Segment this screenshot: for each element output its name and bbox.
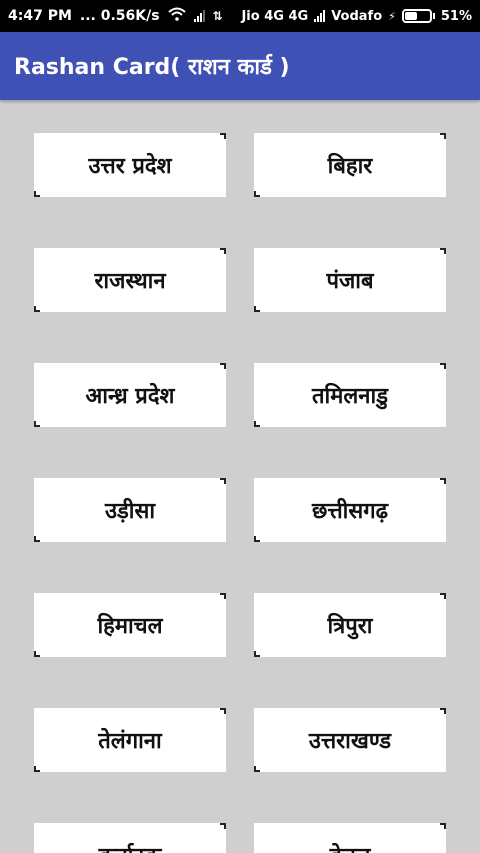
status-time: 4:47 PM — [8, 8, 72, 24]
signal-icon — [193, 10, 205, 22]
state-label: तेलंगाना — [98, 729, 162, 754]
status-bar: 4:47 PM ... 0.56K/s ⇅ Jio 4G 4G Vodafo ⚡… — [0, 0, 480, 32]
state-label: केरल — [330, 840, 371, 853]
state-button[interactable]: कर्नाटक — [34, 823, 226, 853]
data-transfer-icon: ⇅ — [212, 9, 223, 23]
wifi-icon — [167, 7, 186, 25]
state-button[interactable]: उत्तराखण्ड — [254, 708, 446, 772]
state-button[interactable]: पंजाब — [254, 248, 446, 312]
state-button[interactable]: हिमाचल — [34, 593, 226, 657]
state-grid: उत्तर प्रदेश बिहार राजस्थान पंजाब आन्ध्र… — [0, 100, 480, 853]
battery-icon — [401, 9, 435, 23]
state-button[interactable]: उत्तर प्रदेश — [34, 133, 226, 197]
state-button[interactable]: केरल — [254, 823, 446, 853]
state-label: बिहार — [327, 154, 373, 179]
state-label: त्रिपुरा — [327, 614, 373, 639]
app-title: Rashan Card( राशन कार्ड ) — [14, 55, 290, 80]
network-speed: ... 0.56K/s — [79, 8, 160, 24]
state-button[interactable]: त्रिपुरा — [254, 593, 446, 657]
state-button[interactable]: तमिलनाडु — [254, 363, 446, 427]
state-label: तमिलनाडु — [312, 384, 388, 409]
state-button[interactable]: छत्तीसगढ़ — [254, 478, 446, 542]
state-label: आन्ध्र प्रदेश — [85, 384, 175, 409]
state-label: उड़ीसा — [104, 499, 156, 524]
state-label: राजस्थान — [94, 269, 166, 294]
signal-icon — [314, 10, 326, 22]
battery-percent: 51% — [440, 8, 472, 24]
state-button[interactable]: बिहार — [254, 133, 446, 197]
state-button[interactable]: उड़ीसा — [34, 478, 226, 542]
state-button[interactable]: आन्ध्र प्रदेश — [34, 363, 226, 427]
state-label: छत्तीसगढ़ — [312, 499, 388, 524]
carrier1-label: Jio 4G 4G — [241, 8, 309, 24]
state-button[interactable]: तेलंगाना — [34, 708, 226, 772]
state-button[interactable]: राजस्थान — [34, 248, 226, 312]
state-label: उत्तराखण्ड — [308, 729, 392, 754]
charging-icon: ⚡ — [388, 9, 396, 23]
state-label: हिमाचल — [97, 614, 163, 639]
state-label: उत्तर प्रदेश — [88, 154, 172, 179]
app-bar: Rashan Card( राशन कार्ड ) — [0, 32, 480, 100]
state-label: कर्नाटक — [99, 840, 162, 853]
state-label: पंजाब — [326, 269, 374, 294]
carrier2-label: Vodafo — [331, 8, 383, 24]
